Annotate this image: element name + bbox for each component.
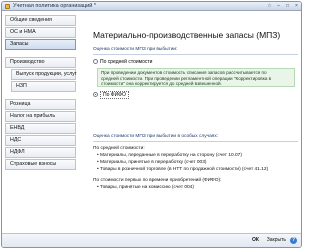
close-button[interactable]: Закрыть [267,237,286,243]
window-title: Учетная политика организаций * [13,3,96,9]
info-line: При проведении документов стоимость спис… [101,70,267,75]
help-icon[interactable]: ? [290,237,297,244]
ok-button[interactable]: ОК [252,237,259,243]
radio-button-selected[interactable] [93,92,98,98]
section-special-cases-label: Оценка стоимости МПЗ при выбытии в особы… [93,134,219,139]
sidebar-item-retail[interactable]: Розница [5,99,76,110]
title-bar: Учетная политика организаций * ☆ – □ × [2,2,301,11]
sidebar-item-production[interactable]: Производство [5,57,76,68]
sidebar-item-inventory[interactable]: Запасы [5,39,76,50]
sidebar-item-insurance[interactable]: Страховые взносы [5,159,76,170]
app-icon [5,4,10,9]
sidebar-item-fixed-assets[interactable]: ОС и НМА [5,27,76,38]
sidebar-item-product-output[interactable]: Выпуск продукции, услуг [11,69,77,80]
maximize-button[interactable]: □ [284,3,291,9]
main-window: Учетная политика организаций * ☆ – □ × О… [1,1,302,248]
sidebar-item-profit-tax[interactable]: Налог на прибыль [5,111,76,122]
sidebar-item-envd[interactable]: ЕНВД [5,123,76,134]
favorite-icon[interactable]: ☆ [266,3,273,9]
radio-fifo[interactable]: По ФИФО [93,91,129,99]
minimize-button[interactable]: – [275,3,282,9]
section-valuation-label: Оценка стоимости МПЗ при выбытии: [93,47,178,52]
average-heading: По средней стоимости: [93,146,145,151]
footer-bar: ОК Закрыть ? [2,233,301,247]
sidebar-item-wip[interactable]: НЗП [11,81,76,92]
section-divider [93,141,298,142]
fifo-heading: По стоимости первых по времени приобрете… [93,178,222,183]
radio-fifo-label: По ФИФО [100,91,129,99]
radio-average-label: По средней стоимости [100,59,153,65]
list-item: • Материалы, переданные в переработку на… [97,153,242,158]
content-panel: Материально-производственные запасы (МПЗ… [79,15,300,233]
list-item: • Материалы, принятые в переработку (сче… [97,160,207,165]
list-item: • Товары, принятые на комиссию (счет 004… [97,185,194,190]
page-title: Материально-производственные запасы (МПЗ… [93,30,281,40]
section-divider [93,54,298,55]
info-line: стоимости" она корректируется до средней… [101,81,222,86]
info-note: При проведении документов стоимость спис… [97,68,295,87]
sidebar-item-vat[interactable]: НДС [5,135,76,146]
close-icon[interactable]: × [293,3,300,9]
radio-average-cost[interactable]: По средней стоимости [93,59,152,65]
list-item: • Товары в розничной торговле (в НТТ по … [97,167,269,172]
radio-button[interactable] [93,59,98,65]
sidebar: Общие сведения ОС и НМА Запасы Производс… [5,15,77,185]
sidebar-item-general[interactable]: Общие сведения [5,15,76,26]
sidebar-item-ndfl[interactable]: НДФЛ [5,147,76,158]
